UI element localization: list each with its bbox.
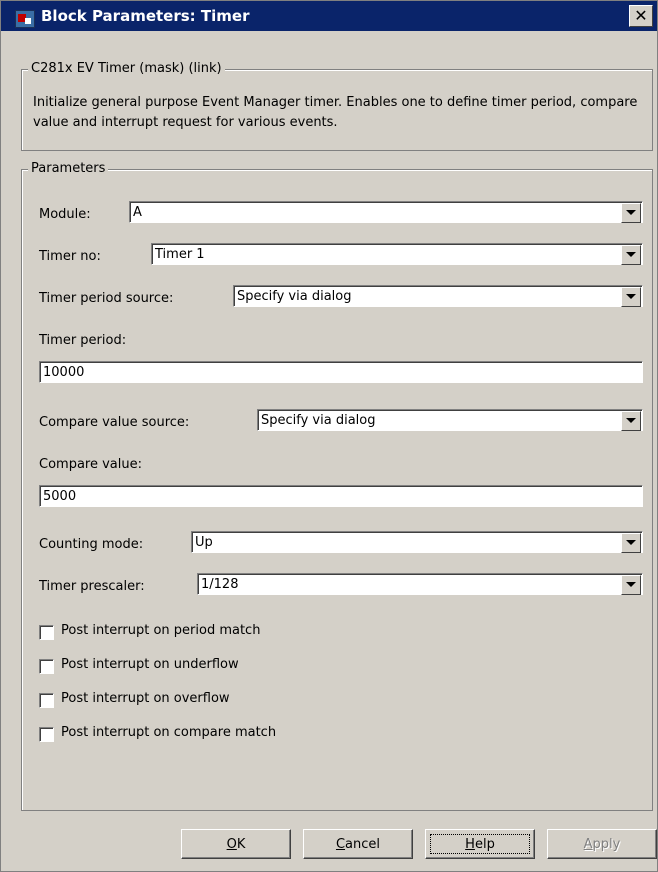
mask-group-legend: C281x EV Timer (mask) (link) [28, 61, 225, 76]
compare-value-label: Compare value: [39, 457, 142, 472]
parameters-group-legend: Parameters [28, 161, 109, 176]
timer-prescaler-label: Timer prescaler: [39, 579, 145, 594]
period-match-label[interactable]: Post interrupt on period match [61, 623, 260, 638]
chevron-down-icon[interactable] [621, 411, 641, 431]
close-icon: ✕ [634, 6, 648, 25]
compare-match-checkbox[interactable] [39, 727, 54, 742]
module-value: A [133, 205, 142, 220]
chevron-down-icon[interactable] [621, 287, 641, 307]
timer-period-source-value: Specify via dialog [237, 289, 352, 304]
window-title: Block Parameters: Timer [41, 7, 250, 25]
counting-mode-value: Up [195, 535, 213, 550]
compare-value-source-dropdown[interactable]: Specify via dialog [257, 409, 643, 431]
close-button[interactable]: ✕ [629, 5, 653, 27]
counting-mode-label: Counting mode: [39, 537, 144, 552]
timer-period-value: 10000 [43, 365, 85, 380]
period-match-checkbox[interactable] [39, 625, 54, 640]
ok-button[interactable]: OK [181, 829, 291, 859]
help-label-rest: elp [474, 837, 495, 852]
timer-period-source-label: Timer period source: [39, 291, 174, 306]
module-label: Module: [39, 207, 91, 222]
mask-description: Initialize general purpose Event Manager… [33, 95, 638, 130]
cancel-label-rest: ancel [345, 837, 381, 852]
timer-no-dropdown[interactable]: Timer 1 [151, 243, 643, 265]
compare-value-source-value: Specify via dialog [261, 413, 376, 428]
apply-button[interactable]: Apply [547, 829, 657, 859]
ok-label-rest: K [236, 837, 246, 852]
help-button[interactable]: Help [425, 829, 535, 859]
compare-value-value: 5000 [43, 489, 77, 504]
overflow-label[interactable]: Post interrupt on overflow [61, 691, 230, 706]
timer-no-label: Timer no: [39, 249, 101, 264]
block-parameters-dialog: Block Parameters: Timer ✕ C281x EV Timer… [0, 0, 658, 872]
chevron-down-icon[interactable] [621, 203, 641, 223]
cancel-button[interactable]: Cancel [303, 829, 413, 859]
overflow-checkbox[interactable] [39, 693, 54, 708]
cancel-mnemonic: C [335, 837, 346, 852]
timer-no-value: Timer 1 [155, 247, 205, 262]
compare-value-source-label: Compare value source: [39, 415, 190, 430]
timer-period-source-dropdown[interactable]: Specify via dialog [233, 285, 643, 307]
underflow-label[interactable]: Post interrupt on underflow [61, 657, 239, 672]
apply-label-rest: pply [592, 837, 621, 852]
apply-mnemonic: A [583, 837, 593, 852]
chevron-down-icon[interactable] [621, 245, 641, 265]
chevron-down-icon[interactable] [621, 575, 641, 595]
module-dropdown[interactable]: A [129, 201, 643, 223]
timer-prescaler-value: 1/128 [201, 577, 239, 592]
timer-prescaler-dropdown[interactable]: 1/128 [197, 573, 643, 595]
counting-mode-dropdown[interactable]: Up [191, 531, 643, 553]
ok-mnemonic: O [226, 837, 237, 852]
compare-match-label[interactable]: Post interrupt on compare match [61, 725, 276, 740]
title-bar[interactable]: Block Parameters: Timer ✕ [1, 1, 657, 31]
timer-period-input[interactable]: 10000 [39, 361, 643, 383]
underflow-checkbox[interactable] [39, 659, 54, 674]
chevron-down-icon[interactable] [621, 533, 641, 553]
simulink-block-icon [15, 10, 35, 28]
compare-value-input[interactable]: 5000 [39, 485, 643, 507]
timer-period-label: Timer period: [39, 333, 127, 348]
help-mnemonic: H [465, 837, 475, 852]
